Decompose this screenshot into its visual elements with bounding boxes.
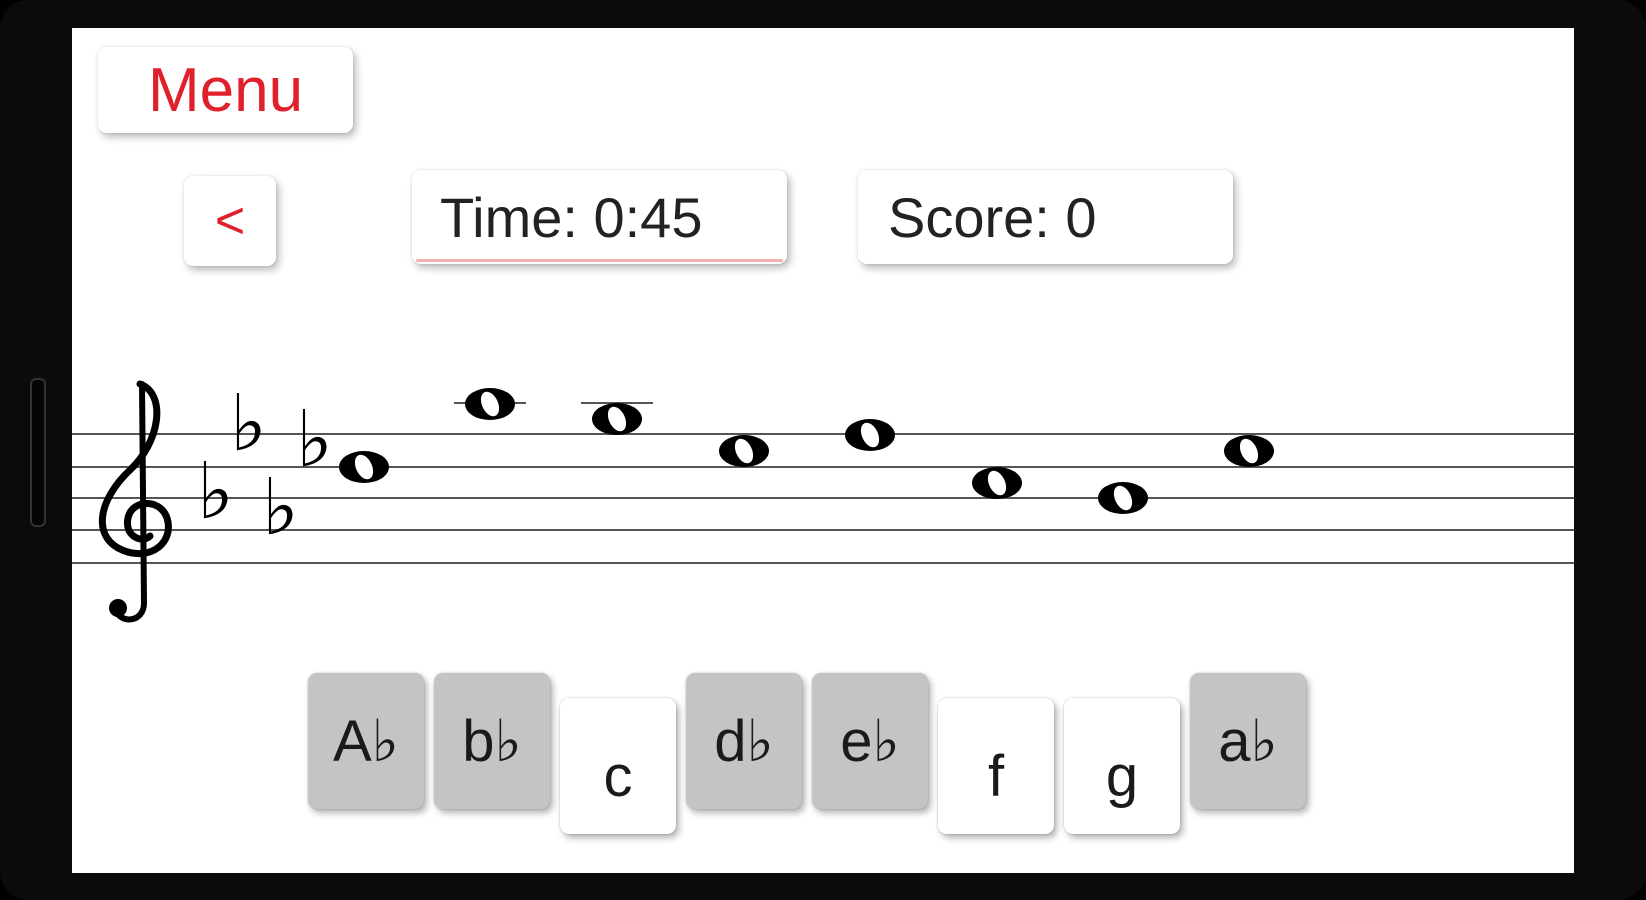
whole-note xyxy=(454,388,526,420)
app-screen: Menu < Time: 0:45 Score: 0 ♭ ♭ ♭ ♭ A♭ b♭… xyxy=(72,28,1574,873)
time-progress-bar xyxy=(416,259,783,262)
note-key-label: b♭ xyxy=(462,709,522,774)
note-key-4[interactable]: e♭ xyxy=(812,673,928,809)
note-key-label: e♭ xyxy=(840,709,900,774)
time-display: Time: 0:45 xyxy=(412,170,787,264)
treble-clef-icon xyxy=(98,380,172,623)
flat-sign-icon: ♭ xyxy=(296,395,333,485)
menu-button-label: Menu xyxy=(147,55,304,125)
whole-note xyxy=(972,467,1022,499)
flat-sign-icon: ♭ xyxy=(262,463,299,553)
note-key-3[interactable]: d♭ xyxy=(686,673,802,809)
key-signature-flats: ♭♭♭♭ xyxy=(197,379,333,553)
whole-note xyxy=(339,451,389,483)
note-key-label: a♭ xyxy=(1218,709,1278,774)
note-key-label: c xyxy=(603,743,633,809)
back-button[interactable]: < xyxy=(184,176,276,266)
note-key-2[interactable]: c xyxy=(560,698,676,834)
whole-note xyxy=(1224,435,1274,467)
note-key-label: f xyxy=(987,743,1005,809)
flat-sign-icon: ♭ xyxy=(230,379,267,469)
note-key-6[interactable]: g xyxy=(1064,698,1180,834)
device-side-button xyxy=(30,378,46,527)
staff-svg: ♭♭♭♭ xyxy=(72,379,1574,623)
whole-note xyxy=(845,419,895,451)
note-key-1[interactable]: b♭ xyxy=(434,673,550,809)
flat-sign-icon: ♭ xyxy=(197,447,234,537)
device-frame: Menu < Time: 0:45 Score: 0 ♭ ♭ ♭ ♭ A♭ b♭… xyxy=(0,0,1646,900)
note-key-5[interactable]: f xyxy=(938,698,1054,834)
score-text: Score: 0 xyxy=(888,185,1097,249)
menu-button[interactable]: Menu xyxy=(98,47,353,133)
time-text: Time: 0:45 xyxy=(440,185,703,249)
note-key-0[interactable]: A♭ xyxy=(308,673,424,809)
note-heads xyxy=(339,388,1274,514)
note-key-7[interactable]: a♭ xyxy=(1190,673,1306,809)
back-chevron-icon: < xyxy=(214,192,246,250)
whole-note xyxy=(719,435,769,467)
note-key-label: d♭ xyxy=(714,709,774,774)
music-staff: ♭ ♭ ♭ ♭ xyxy=(72,358,1574,648)
note-key-label: A♭ xyxy=(332,709,400,774)
whole-note xyxy=(581,402,653,435)
note-key-label: g xyxy=(1105,743,1139,809)
whole-note xyxy=(1098,482,1148,514)
score-display: Score: 0 xyxy=(858,170,1233,264)
